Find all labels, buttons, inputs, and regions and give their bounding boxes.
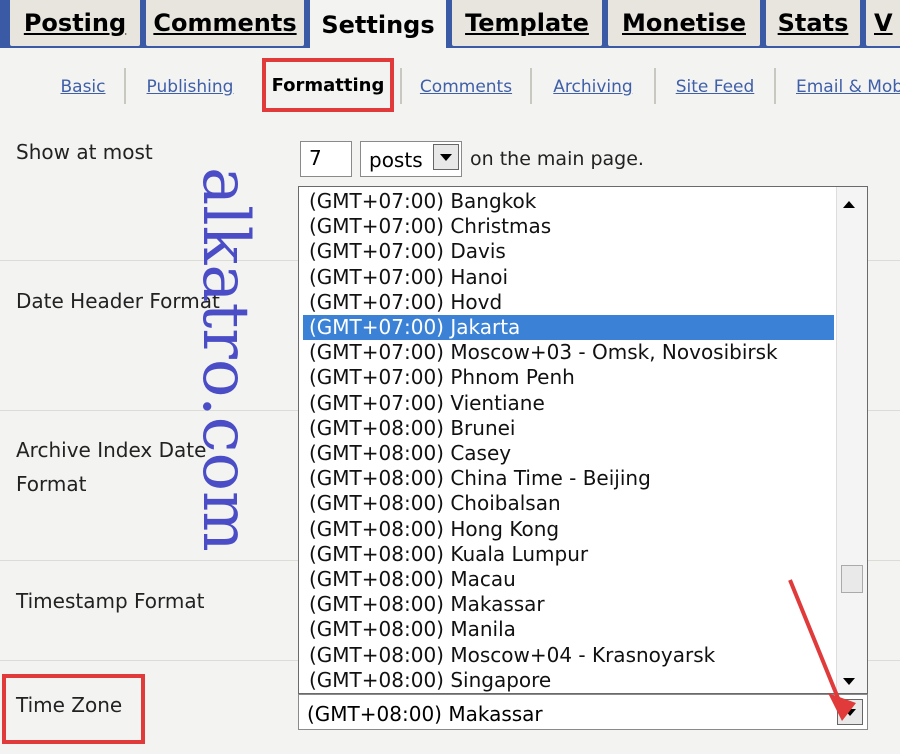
- timezone-option[interactable]: (GMT+08:00) China Time - Beijing: [303, 466, 834, 491]
- subtab-divider: [124, 68, 126, 104]
- timezone-option[interactable]: (GMT+07:00) Jakarta: [303, 315, 834, 340]
- subtab-divider: [774, 68, 776, 104]
- tab-comments[interactable]: Comments: [146, 0, 304, 46]
- timezone-option[interactable]: (GMT+07:00) Davis: [303, 239, 834, 264]
- timezone-option[interactable]: (GMT+07:00) Vientiane: [303, 391, 834, 416]
- red-arrow-annotation: [788, 579, 856, 721]
- timezone-option[interactable]: (GMT+08:00) Casey: [303, 441, 834, 466]
- timezone-option[interactable]: (GMT+08:00) Brunei: [303, 416, 834, 441]
- main-page-text: on the main page.: [470, 148, 644, 170]
- subtab-site-feed[interactable]: Site Feed: [662, 70, 768, 104]
- timezone-option[interactable]: (GMT+07:00) Phnom Penh: [303, 365, 834, 390]
- timezone-option[interactable]: (GMT+07:00) Moscow+03 - Omsk, Novosibirs…: [303, 340, 834, 365]
- timezone-option[interactable]: (GMT+08:00) Makassar: [303, 592, 834, 617]
- subtab-divider: [530, 68, 532, 104]
- subtab-basic[interactable]: Basic: [48, 70, 118, 104]
- timezone-option[interactable]: (GMT+08:00) Manila: [303, 617, 834, 642]
- tab-template[interactable]: Template: [452, 0, 602, 46]
- time-zone-highlight-box: [2, 674, 145, 744]
- archive-index-date-format-label-line2: Format: [16, 472, 87, 496]
- subtab-email-mobile[interactable]: Email & Mob: [782, 70, 900, 104]
- timezone-option[interactable]: (GMT+07:00) Christmas: [303, 214, 834, 239]
- timezone-option[interactable]: (GMT+07:00) Hanoi: [303, 265, 834, 290]
- timezone-option[interactable]: (GMT+08:00) Hong Kong: [303, 517, 834, 542]
- posts-unit-value: posts: [369, 148, 423, 172]
- tab-settings[interactable]: Settings: [310, 0, 446, 50]
- tab-monetise[interactable]: Monetise: [608, 0, 760, 46]
- archive-index-date-format-label-line1: Archive Index Date: [16, 438, 207, 462]
- show-at-most-label: Show at most: [16, 140, 153, 164]
- subtab-comments[interactable]: Comments: [408, 70, 524, 104]
- timezone-option[interactable]: (GMT+07:00) Hovd: [303, 290, 834, 315]
- subtab-divider: [654, 68, 656, 104]
- timezone-option[interactable]: (GMT+08:00) Moscow+04 - Krasnoyarsk: [303, 643, 834, 668]
- watermark: alkatro.com: [188, 167, 262, 552]
- subtab-publishing[interactable]: Publishing: [132, 70, 248, 104]
- timezone-option[interactable]: (GMT+08:00) Singapore: [303, 668, 834, 693]
- timestamp-format-label: Timestamp Format: [16, 589, 205, 613]
- posts-count-input[interactable]: 7: [300, 141, 352, 177]
- timezone-option[interactable]: (GMT+07:00) Bangkok: [303, 189, 834, 214]
- tab-posting[interactable]: Posting: [10, 0, 140, 46]
- scroll-up-icon[interactable]: [843, 201, 855, 208]
- subtab-formatting[interactable]: Formatting: [262, 58, 394, 112]
- subtab-archiving[interactable]: Archiving: [538, 70, 648, 104]
- tab-view[interactable]: V: [866, 0, 900, 46]
- timezone-option[interactable]: (GMT+08:00) Kuala Lumpur: [303, 542, 834, 567]
- timezone-selected-value: (GMT+08:00) Makassar: [307, 702, 543, 726]
- subtab-divider: [400, 68, 402, 104]
- tab-stats[interactable]: Stats: [766, 0, 860, 46]
- timezone-option[interactable]: (GMT+08:00) Choibalsan: [303, 491, 834, 516]
- posts-unit-select[interactable]: posts: [360, 141, 462, 177]
- timezone-option[interactable]: (GMT+08:00) Macau: [303, 567, 834, 592]
- chevron-down-icon[interactable]: [433, 144, 459, 170]
